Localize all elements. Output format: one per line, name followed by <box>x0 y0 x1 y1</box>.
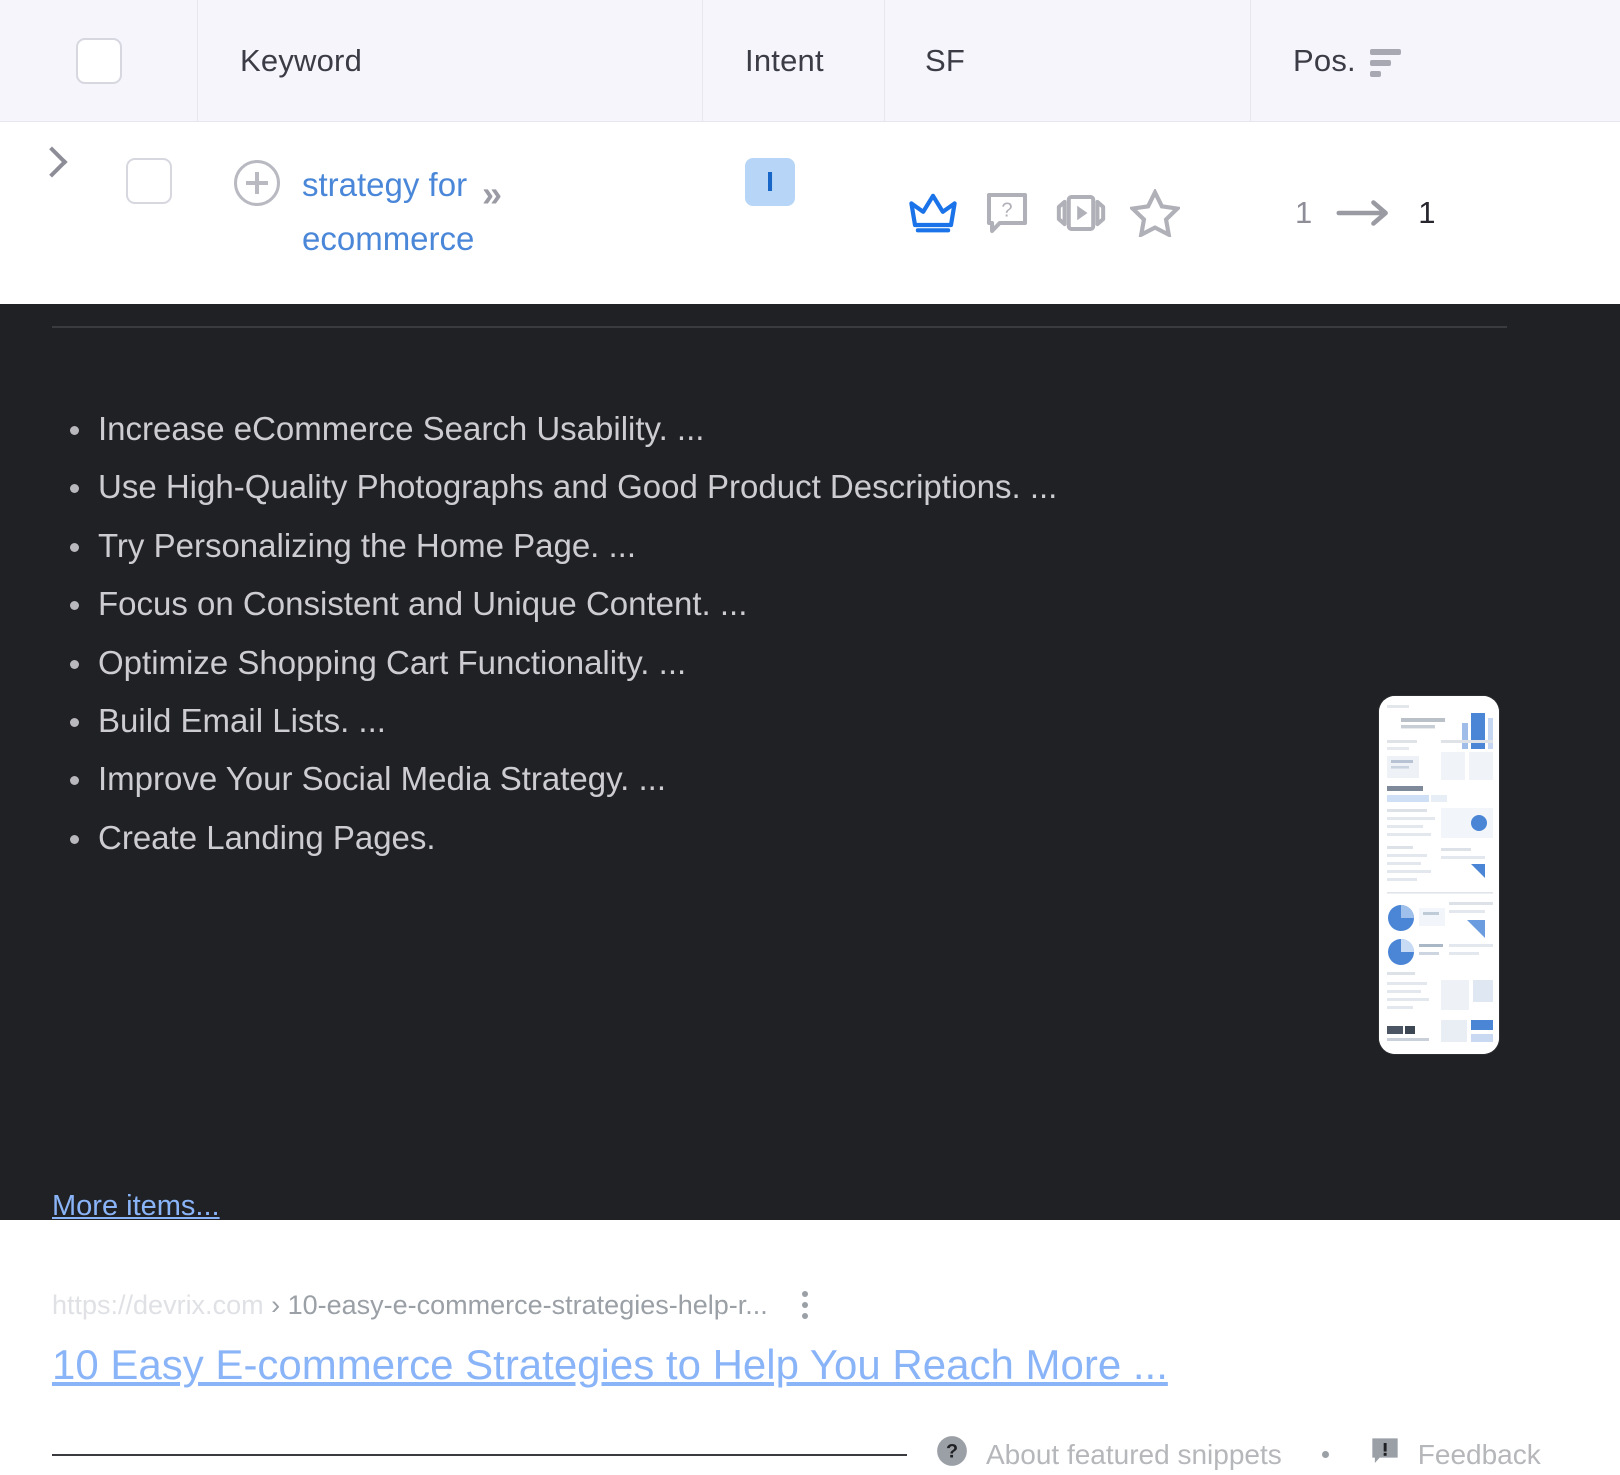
header-select-all-cell[interactable] <box>0 0 198 121</box>
table-row[interactable]: strategy for ecommerce » I ? <box>0 122 1620 304</box>
list-item: Optimize Shopping Cart Functionality. ..… <box>98 634 1388 692</box>
header-sf-cell[interactable]: SF <box>885 0 1251 121</box>
list-item: Create Landing Pages. <box>98 809 1388 867</box>
result-url-domain: https://devrix.com <box>52 1290 264 1320</box>
featured-snippet-list: Increase eCommerce Search Usability. ...… <box>52 400 1388 867</box>
footer-separator-dot <box>1322 1451 1329 1458</box>
keyword-link[interactable]: strategy for ecommerce » <box>302 158 592 266</box>
arrow-right-icon <box>1336 198 1394 228</box>
header-keyword-cell[interactable]: Keyword <box>198 0 703 121</box>
help-circle-icon: ? <box>935 1434 969 1475</box>
row-position-cell: 1 1 <box>1251 122 1620 304</box>
more-items-link[interactable]: More items... <box>52 1190 220 1223</box>
reviews-star-icon[interactable] <box>1127 185 1183 241</box>
result-title-link[interactable]: 10 Easy E-commerce Strategies to Help Yo… <box>52 1339 1168 1392</box>
list-item: Improve Your Social Media Strategy. ... <box>98 750 1388 808</box>
position-previous: 1 <box>1295 195 1312 231</box>
result-url-row[interactable]: https://devrix.com › 10-easy-e-commerce-… <box>52 1287 816 1323</box>
intent-badge[interactable]: I <box>745 158 795 206</box>
feedback-flag-icon <box>1369 1435 1401 1474</box>
row-checkbox[interactable] <box>126 158 172 204</box>
more-options-icon[interactable] <box>794 1287 816 1323</box>
sort-descending-icon[interactable] <box>1370 45 1401 77</box>
result-url-separator: › <box>271 1290 280 1320</box>
keyword-text: strategy for ecommerce <box>302 166 474 257</box>
featured-snippet-crown-icon[interactable] <box>905 185 961 241</box>
row-keyword-cell: strategy for ecommerce » <box>198 122 703 304</box>
list-item: Build Email Lists. ... <box>98 692 1388 750</box>
list-item: Increase eCommerce Search Usability. ... <box>98 400 1388 458</box>
svg-text:?: ? <box>1001 199 1012 221</box>
row-expand-cell[interactable] <box>0 122 100 304</box>
about-featured-snippets-label: About featured snippets <box>986 1439 1282 1471</box>
feedback-label: Feedback <box>1418 1439 1541 1471</box>
header-sf-label: SF <box>925 43 965 79</box>
header-pos-cell[interactable]: Pos. <box>1251 0 1620 121</box>
header-keyword-label: Keyword <box>240 43 362 79</box>
serp-footer: ? About featured snippets Feedback <box>52 1434 1567 1475</box>
chevron-double-right-icon[interactable]: » <box>482 165 498 224</box>
result-url[interactable]: https://devrix.com › 10-easy-e-commerce-… <box>52 1292 768 1319</box>
result-url-path: 10-easy-e-commerce-strategies-help-r... <box>288 1290 768 1320</box>
list-item: Focus on Consistent and Unique Content. … <box>98 575 1388 633</box>
svg-text:?: ? <box>946 1441 958 1463</box>
people-also-ask-icon[interactable]: ? <box>979 185 1035 241</box>
keywords-table-header: Keyword Intent SF Pos. <box>0 0 1620 122</box>
list-item: Use High-Quality Photographs and Good Pr… <box>98 458 1388 516</box>
select-all-checkbox[interactable] <box>76 38 122 84</box>
row-select-cell[interactable] <box>100 122 198 304</box>
position-current: 1 <box>1418 195 1435 231</box>
header-intent-label: Intent <box>745 43 824 79</box>
header-pos-label: Pos. <box>1293 43 1356 79</box>
row-intent-cell: I <box>703 122 885 304</box>
infographic-thumbnail[interactable] <box>1379 696 1499 1054</box>
serp-preview-panel: Increase eCommerce Search Usability. ...… <box>0 304 1620 1220</box>
footer-divider <box>52 1454 907 1456</box>
about-featured-snippets-link[interactable]: ? About featured snippets <box>935 1434 1282 1475</box>
list-item: Try Personalizing the Home Page. ... <box>98 517 1388 575</box>
feedback-link[interactable]: Feedback <box>1369 1435 1541 1474</box>
serp-divider <box>52 326 1507 328</box>
plus-circle-icon[interactable] <box>234 160 280 206</box>
row-sf-cell: ? <box>885 122 1251 304</box>
header-intent-cell[interactable]: Intent <box>703 0 885 121</box>
video-icon[interactable] <box>1053 185 1109 241</box>
